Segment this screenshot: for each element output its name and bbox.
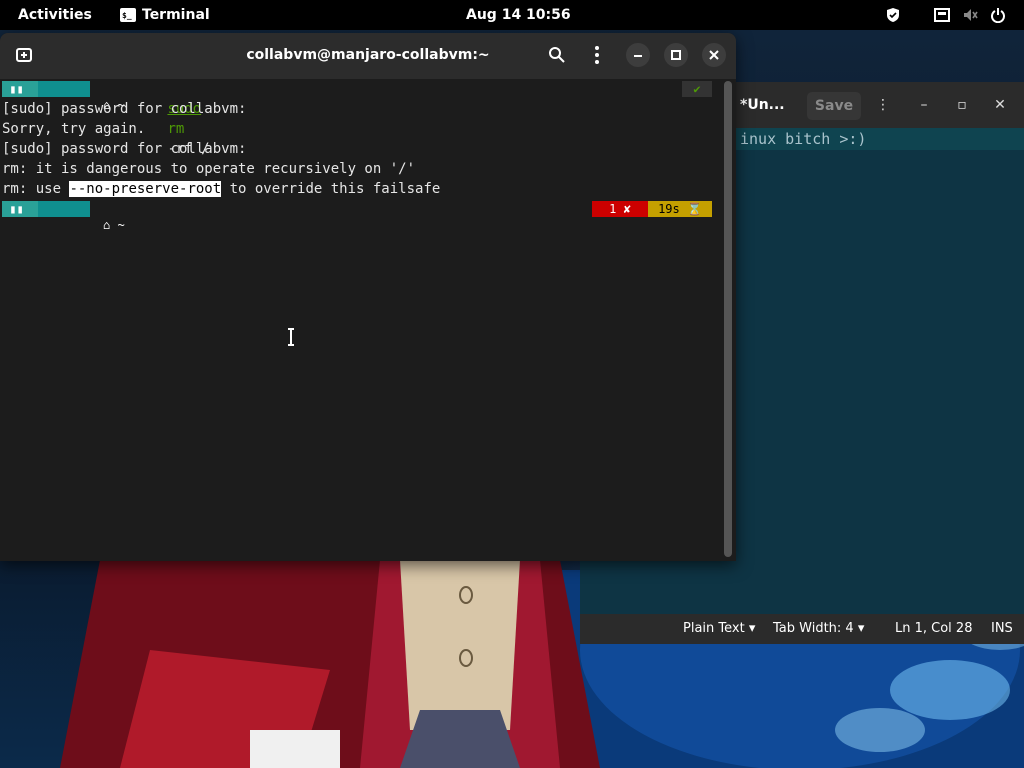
terminal-output[interactable]: ▮▮ ⌂ ~ sudo rm -rf / ✔ [sudo] password f… xyxy=(0,79,722,561)
prompt-dir: ⌂ ~ xyxy=(38,81,125,112)
text-cursor-icon xyxy=(288,328,294,346)
svg-text:$_: $_ xyxy=(122,11,132,20)
menu-icon[interactable] xyxy=(585,43,609,67)
home-icon: ⌂ xyxy=(103,218,111,232)
close-icon[interactable] xyxy=(702,43,726,67)
selected-text: --no-preserve-root xyxy=(69,181,222,197)
menu-icon[interactable]: ⋮ xyxy=(870,92,896,118)
output-line: rm: use --no-preserve-root to override t… xyxy=(2,179,440,199)
duration-badge: 19s ⌛ xyxy=(648,201,712,217)
tab-width-label: Tab Width: 4 xyxy=(773,621,854,636)
insert-mode: INS xyxy=(991,621,1013,636)
app-name: Terminal xyxy=(142,7,210,23)
power-icon[interactable] xyxy=(990,7,1006,23)
minimize-icon[interactable] xyxy=(626,43,650,67)
output-line: rm: it is dangerous to operate recursive… xyxy=(2,161,416,177)
app-menu[interactable]: $_ Terminal xyxy=(120,0,240,30)
top-bar: Activities $_ Terminal Aug 14 10:56 xyxy=(0,0,1024,30)
output-text: rm: use xyxy=(2,181,70,197)
clock[interactable]: Aug 14 10:56 xyxy=(466,0,571,30)
maximize-icon[interactable] xyxy=(664,43,688,67)
exit-code-badge: 1 ✘ xyxy=(592,201,648,217)
output-line: [sudo] password for collabvm: xyxy=(2,141,247,157)
terminal-window: collabvm@manjaro-collabvm:~ ▮▮ ⌂ ~ sudo xyxy=(0,33,736,561)
activities-button[interactable]: Activities xyxy=(18,0,92,30)
volume-muted-icon[interactable] xyxy=(962,7,978,23)
minimize-icon[interactable]: – xyxy=(911,92,937,118)
save-button[interactable]: Save xyxy=(807,92,861,120)
editor-tab-title[interactable]: *Un... xyxy=(740,82,785,128)
search-icon[interactable] xyxy=(545,43,569,67)
status-ok-badge: ✔ xyxy=(682,81,712,97)
manjaro-logo-icon: ▮▮ xyxy=(2,81,38,97)
manjaro-logo-icon: ▮▮ xyxy=(2,201,38,217)
shield-icon[interactable] xyxy=(885,7,901,23)
editor-status-bar: Plain Text ▾ Tab Width: 4 ▾ Ln 1, Col 28… xyxy=(580,614,1024,644)
chevron-down-icon: ▾ xyxy=(857,621,865,636)
terminal-icon: $_ xyxy=(120,8,136,22)
chevron-down-icon: ▾ xyxy=(748,621,756,636)
language-selector[interactable]: Plain Text ▾ xyxy=(683,614,755,644)
prompt-dir: ⌂ ~ xyxy=(38,201,125,232)
scrollbar[interactable] xyxy=(724,81,732,557)
prompt-line: ▮▮ ⌂ ~ sudo rm -rf / ✔ xyxy=(2,79,712,157)
prompt-dir-text: ~ xyxy=(117,218,125,232)
output-text: to override this failsafe xyxy=(221,181,441,197)
terminal-header: collabvm@manjaro-collabvm:~ xyxy=(0,33,736,79)
close-icon[interactable]: ✕ xyxy=(987,92,1013,118)
maximize-icon[interactable]: ▫ xyxy=(949,92,975,118)
command-rm: rm xyxy=(167,121,185,137)
output-line: Sorry, try again. xyxy=(2,121,146,137)
output-line: [sudo] password for collabvm: xyxy=(2,101,247,117)
prompt-line: ▮▮ ⌂ ~ 1 ✘ 19s ⌛ xyxy=(2,199,712,232)
language-label: Plain Text xyxy=(683,621,745,636)
network-wired-icon[interactable] xyxy=(934,7,950,23)
cursor-position: Ln 1, Col 28 xyxy=(895,621,973,636)
tab-width-selector[interactable]: Tab Width: 4 ▾ xyxy=(773,614,864,644)
editor-text: inux bitch >:) xyxy=(740,130,867,148)
